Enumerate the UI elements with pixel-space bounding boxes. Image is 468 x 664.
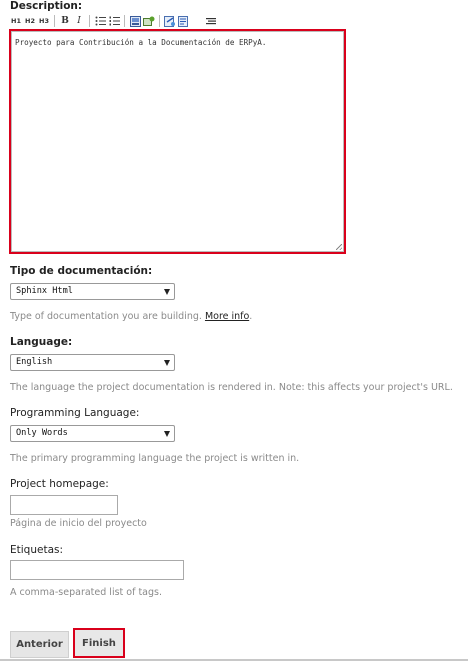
bullet-list-icon[interactable] <box>94 15 106 27</box>
tags-label: Etiquetas: <box>10 544 64 556</box>
tags-input[interactable] <box>10 560 184 580</box>
unlink-icon[interactable] <box>178 15 190 27</box>
tags-help: A comma-separated list of tags. <box>10 587 162 598</box>
programming-language-help: The primary programming language the pro… <box>10 453 300 464</box>
doc-type-help-text: Type of documentation you are building. <box>10 311 202 322</box>
heading2-button[interactable]: H2 <box>24 15 36 27</box>
homepage-help: Página de inicio del proyecto <box>10 518 147 529</box>
description-textarea[interactable]: Proyecto para Contribución a la Document… <box>11 31 344 252</box>
project-form: Description: H1 H2 H3 B I Proyecto para … <box>0 0 468 664</box>
language-label: Language: <box>10 336 73 348</box>
toolbar-divider <box>54 15 55 27</box>
more-info-link[interactable]: More info <box>205 311 249 322</box>
image-icon[interactable] <box>129 15 141 27</box>
doc-type-value: Sphinx Html <box>16 286 73 296</box>
toolbar-divider <box>89 15 90 27</box>
homepage-label: Project homepage: <box>10 478 109 490</box>
toolbar-divider <box>124 15 125 27</box>
chevron-down-icon <box>164 431 170 437</box>
language-select[interactable]: English <box>10 354 175 371</box>
programming-language-value: Only Words <box>16 428 68 438</box>
doc-type-help: Type of documentation you are building. … <box>10 311 253 322</box>
doc-type-select[interactable]: Sphinx Html <box>10 283 175 300</box>
resize-handle-icon[interactable] <box>336 244 342 250</box>
italic-button[interactable]: I <box>73 15 85 27</box>
back-button[interactable]: Anterior <box>10 631 69 658</box>
homepage-input[interactable] <box>10 495 118 515</box>
editor-toolbar: H1 H2 H3 B I <box>10 14 219 28</box>
doc-type-label: Tipo de documentación: <box>10 265 153 277</box>
table-icon[interactable] <box>143 15 155 27</box>
programming-language-select[interactable]: Only Words <box>10 425 175 442</box>
toolbar-divider <box>159 15 160 27</box>
chevron-down-icon <box>164 289 170 295</box>
language-help: The language the project documentation i… <box>10 382 453 393</box>
link-icon[interactable] <box>164 15 176 27</box>
finish-button[interactable]: Finish <box>73 628 125 658</box>
chevron-down-icon <box>164 360 170 366</box>
programming-language-label: Programming Language: <box>10 407 140 419</box>
description-textarea-highlight: Proyecto para Contribución a la Document… <box>9 29 346 254</box>
description-label: Description: <box>10 0 83 12</box>
divider <box>0 659 468 661</box>
language-value: English <box>16 357 53 367</box>
numbered-list-icon[interactable] <box>108 15 120 27</box>
heading1-button[interactable]: H1 <box>10 15 22 27</box>
toolbar-divider <box>198 15 199 27</box>
source-view-icon[interactable] <box>205 15 217 27</box>
bold-button[interactable]: B <box>59 15 71 27</box>
heading3-button[interactable]: H3 <box>38 15 50 27</box>
